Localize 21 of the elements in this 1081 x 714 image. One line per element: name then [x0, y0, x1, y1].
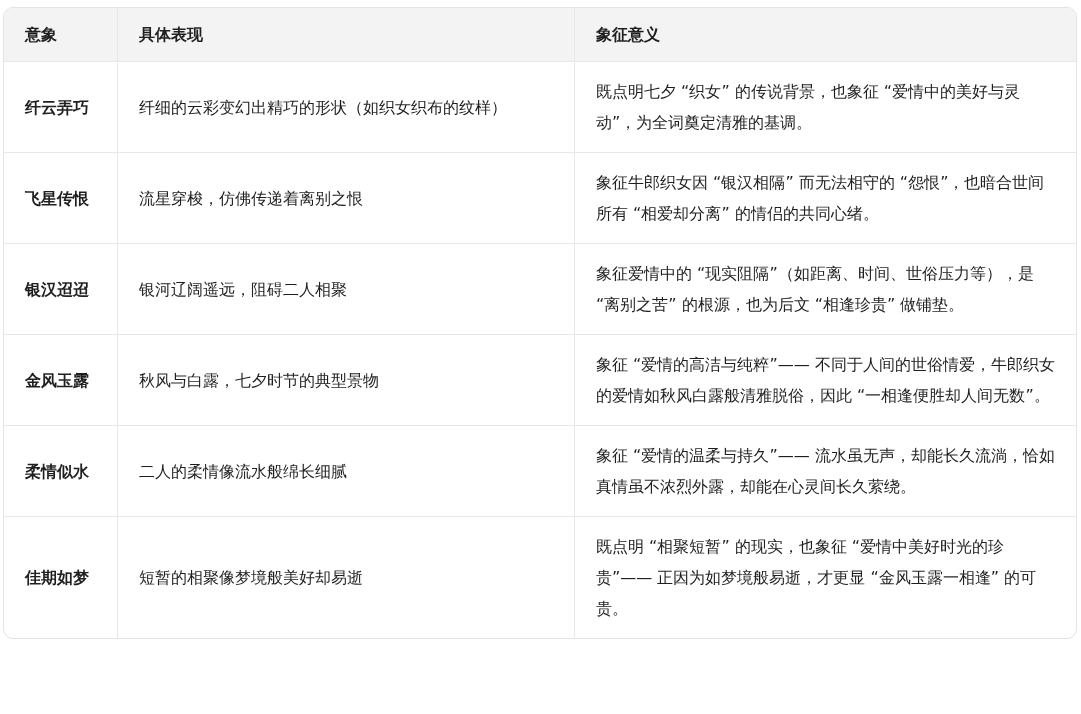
table-cell: 银汉迢迢	[4, 244, 118, 335]
table-cell: 银河辽阔遥远，阻碍二人相聚	[118, 244, 575, 335]
table-cell: 金风玉露	[4, 335, 118, 426]
table-cell-text: 既点明 “相聚短暂” 的现实，也象征 “爱情中美好时光的珍贵”—— 正因为如梦境般易逝，才更显 “金风玉露一相逢” 的可贵。	[595, 536, 1038, 620]
table-cell: 流星穿梭，仿佛传递着离别之恨	[118, 153, 575, 244]
table-cell: 纤云弄巧	[4, 62, 118, 153]
table-cell: 短暂的相聚像梦境般美好却易逝	[118, 517, 575, 638]
table-cell: 象征 “爱情的温柔与持久”—— 流水虽无声，却能长久流淌，恰如真情虽不浓烈外露，却能在心灵间长久萦绕。	[575, 426, 1076, 517]
column-header: 具体表现	[118, 8, 575, 62]
table-cell: 二人的柔情像流水般绵长细腻	[118, 426, 575, 517]
table-cell: 飞星传恨	[4, 153, 118, 244]
table-cell: 柔情似水	[4, 426, 118, 517]
column-header: 象征意义	[575, 8, 1076, 62]
column-header: 意象	[4, 8, 118, 62]
table-cell: 象征 “爱情的高洁与纯粹”—— 不同于人间的世俗情爱，牛郎织女的爱情如秋风白露般清雅脱俗，因此 “一相逢便胜却人间无数”。	[575, 335, 1076, 426]
table-cell: 秋风与白露，七夕时节的典型景物	[118, 335, 575, 426]
table-cell: 佳期如梦	[4, 517, 118, 638]
table-cell: 既点明七夕 “织女” 的传说背景，也象征 “爱情中的美好与灵动”，为全词奠定清雅的基调。	[575, 62, 1076, 153]
table-cell: 纤细的云彩变幻出精巧的形状（如织女织布的纹样）	[118, 62, 575, 153]
table-cell: 象征牛郎织女因 “银汉相隔” 而无法相守的 “怨恨”，也暗合世间所有 “相爱却分离” 的情侣的共同心绪。	[575, 153, 1076, 244]
table-cell: 象征爱情中的 “现实阻隔”（如距离、时间、世俗压力等），是 “离别之苦” 的根源，也为后文 “相逢珍贵” 做铺垫。	[575, 244, 1076, 335]
